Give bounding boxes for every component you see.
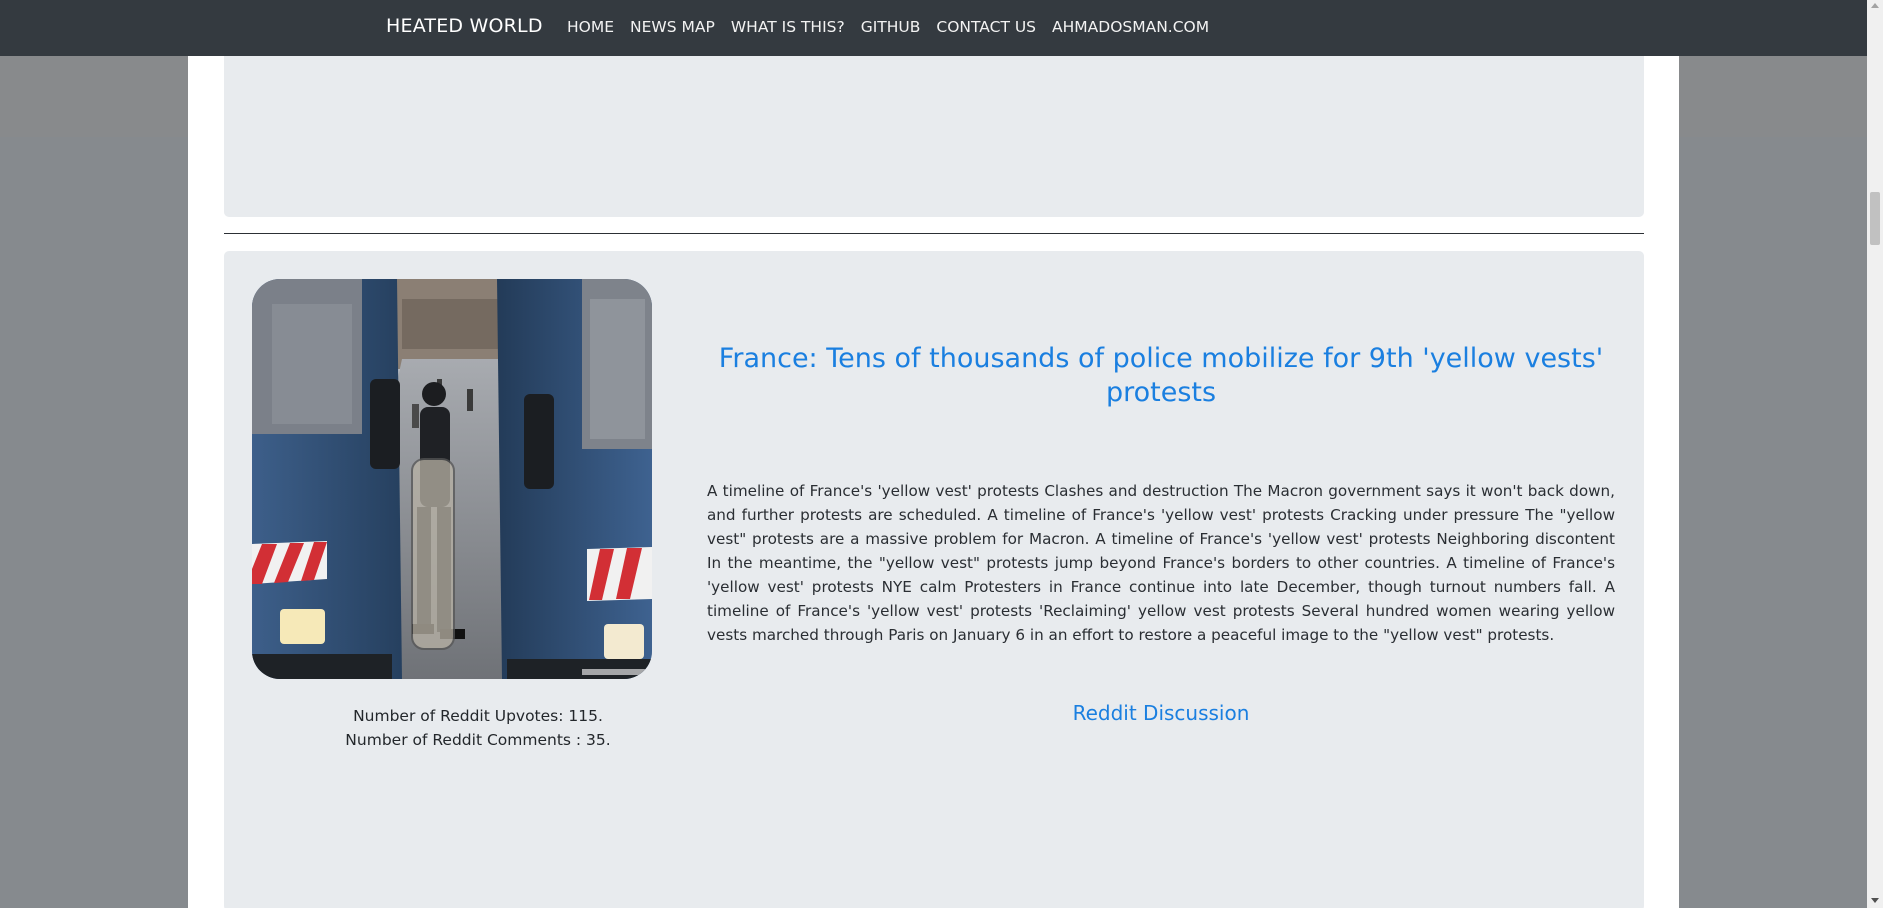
vertical-scrollbar[interactable] [1867,0,1883,908]
brand-logo[interactable]: HEATED WORLD [386,15,543,37]
reddit-comments: Number of Reddit Comments : 35. [345,731,611,749]
scroll-up-arrow-icon[interactable] [1871,3,1879,8]
nav-links: HOME NEWS MAP WHAT IS THIS? GITHUB CONTA… [567,18,1225,36]
nav-home[interactable]: HOME [567,18,614,36]
nav-news-map[interactable]: NEWS MAP [630,18,715,36]
previous-news-card [224,56,1644,217]
news-summary: A timeline of France's 'yellow vest' pro… [707,482,1615,644]
nav-contact-us[interactable]: CONTACT US [936,18,1036,36]
reddit-discussion-link[interactable]: Reddit Discussion [707,701,1615,725]
divider [224,233,1644,234]
news-title[interactable]: France: Tens of thousands of police mobi… [707,342,1615,410]
nav-github[interactable]: GITHUB [861,18,921,36]
reddit-upvotes: Number of Reddit Upvotes: 115. [353,707,603,725]
nav-ahmadosman[interactable]: AHMADOSMAN.COM [1052,18,1209,36]
reddit-stats: Number of Reddit Upvotes: 115. Number of… [252,704,704,752]
scrollbar-thumb[interactable] [1870,192,1880,245]
navbar: HEATED WORLD HOME NEWS MAP WHAT IS THIS?… [0,0,1867,56]
news-image [252,279,652,679]
nav-what-is-this[interactable]: WHAT IS THIS? [731,18,845,36]
scroll-down-arrow-icon[interactable] [1871,898,1879,903]
